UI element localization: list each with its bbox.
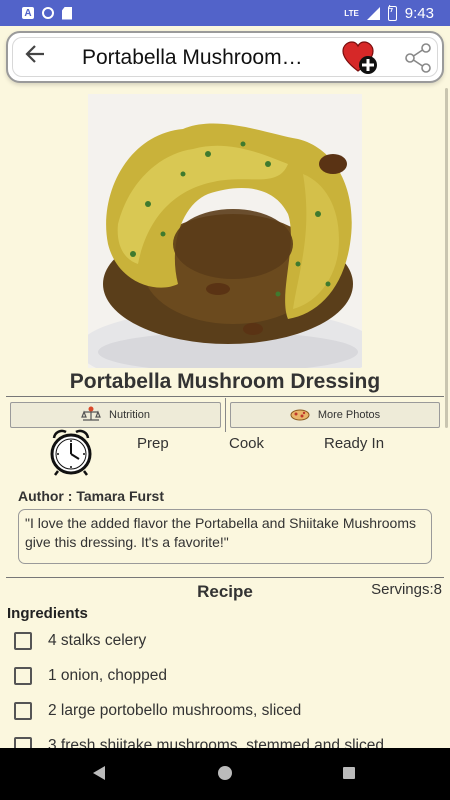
battery-icon bbox=[387, 4, 397, 21]
sync-circle-icon bbox=[42, 7, 54, 19]
ingredient-checkbox[interactable] bbox=[14, 632, 32, 650]
nav-home-icon[interactable] bbox=[218, 766, 232, 780]
share-icon[interactable] bbox=[404, 43, 432, 73]
divider bbox=[225, 398, 226, 432]
prep-label: Prep bbox=[137, 435, 169, 452]
sd-card-icon bbox=[62, 6, 72, 20]
more-photos-button[interactable]: More Photos bbox=[230, 402, 440, 428]
ready-in-label: Ready In bbox=[324, 435, 385, 452]
lte-label: LTE bbox=[344, 8, 359, 18]
system-nav-bar bbox=[0, 748, 450, 800]
ingredients-heading: Ingredients bbox=[7, 605, 88, 622]
nutrition-label: Nutrition bbox=[109, 409, 150, 421]
notification-a-icon: A bbox=[22, 7, 34, 19]
cook-label: Cook bbox=[229, 435, 265, 452]
pizza-icon bbox=[290, 407, 310, 424]
nutrition-button[interactable]: Nutrition bbox=[10, 402, 221, 428]
more-photos-label: More Photos bbox=[317, 409, 381, 421]
ingredient-text: 4 stalks celery bbox=[48, 632, 147, 649]
servings-label: Servings:8 bbox=[371, 581, 442, 598]
author-label: Author : Tamara Furst bbox=[18, 488, 164, 504]
status-bar: A LTE 9:43 bbox=[0, 0, 450, 26]
ingredient-checkbox[interactable] bbox=[14, 702, 32, 720]
divider bbox=[6, 396, 444, 397]
ingredient-checkbox[interactable] bbox=[14, 667, 32, 685]
back-arrow-icon[interactable] bbox=[24, 43, 46, 69]
nav-recents-icon[interactable] bbox=[343, 767, 355, 779]
ingredient-item[interactable]: 4 stalks celery bbox=[14, 629, 146, 653]
ingredient-text: 2 large portobello mushrooms, sliced bbox=[48, 702, 302, 719]
ingredient-item[interactable]: 2 large portobello mushrooms, sliced bbox=[14, 699, 301, 723]
app-bar: Portabella Mushroom… bbox=[6, 31, 444, 83]
ingredient-text: 1 onion, chopped bbox=[48, 667, 167, 684]
recipe-photo[interactable] bbox=[88, 94, 362, 368]
recipe-name: Portabella Mushroom Dressing bbox=[69, 370, 381, 393]
nav-back-icon[interactable] bbox=[93, 766, 105, 780]
page-title: Portabella Mushroom… bbox=[82, 46, 303, 69]
ingredient-item[interactable]: 1 onion, chopped bbox=[14, 664, 167, 688]
signal-icon bbox=[366, 6, 380, 20]
scale-apple-icon bbox=[81, 406, 101, 425]
author-quote: "I love the added flavor the Portabella … bbox=[18, 509, 432, 564]
clock-time: 9:43 bbox=[404, 4, 434, 22]
alarm-clock-icon bbox=[46, 428, 96, 476]
divider bbox=[6, 577, 444, 578]
add-favorite-heart-icon[interactable] bbox=[342, 41, 378, 75]
